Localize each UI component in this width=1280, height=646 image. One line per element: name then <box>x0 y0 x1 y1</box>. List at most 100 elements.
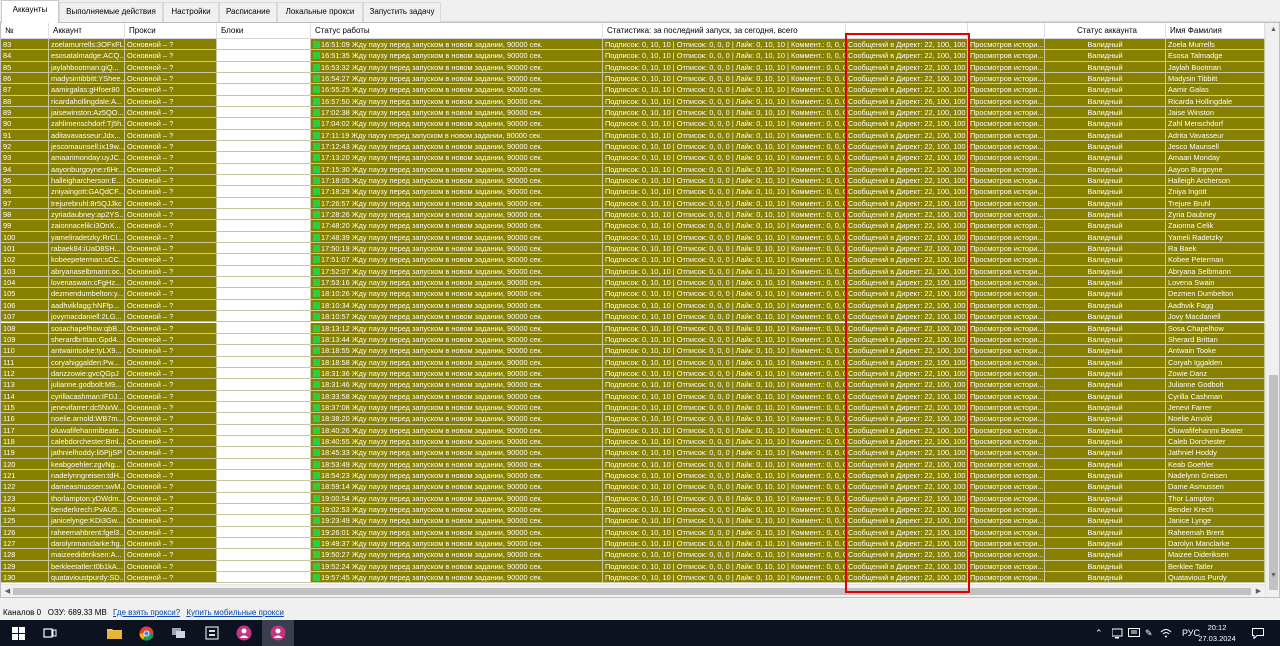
tray-network-icon[interactable] <box>1112 620 1124 646</box>
file-explorer-icon[interactable] <box>98 620 130 646</box>
column-header-6[interactable] <box>846 23 968 39</box>
table-row[interactable]: 90 zahlimenschdorf:Tj5h... Основной – ? 17:… <box>1 118 1265 130</box>
table-row[interactable]: 106 aadhvikfagg:hNFfp... Основной – ? 18:10… <box>1 299 1265 312</box>
tab-2[interactable]: Настройки <box>163 2 219 22</box>
table-row[interactable]: 127 darolynmanclarke:hg... Основной – ? 19:… <box>1 537 1265 550</box>
table-row[interactable]: 112 danzzowie:gvcQGpJ Основной – ? 18:31:36… <box>1 367 1265 380</box>
table-row[interactable]: 111 coryahiggalden:Pw... Основной – ? 18:18… <box>1 356 1265 368</box>
table-row[interactable]: 107 jovymacdaniell:2LG... Основной – ? 18:1… <box>1 311 1265 323</box>
column-header-1[interactable]: Аккаунт <box>49 23 125 39</box>
column-header-3[interactable]: Блоки <box>217 23 311 39</box>
where-get-proxy-link[interactable]: Где взять прокси? <box>113 608 180 617</box>
cell-account-status: Валидный <box>1045 356 1166 368</box>
table-row[interactable]: 113 julianne.godbolt:M9... Основной – ? 18:… <box>1 379 1265 391</box>
table-row[interactable]: 89 jaisewinston:Az5QO... Основной – ? 17:02… <box>1 107 1265 119</box>
table-row[interactable]: 93 amaarimonday:uyJC... Основной – ? 17:13:… <box>1 152 1265 164</box>
table-row[interactable]: 85 jaylahbootman:giQ... Основной – ? 16:53:… <box>1 61 1265 73</box>
table-row[interactable]: 114 cyrillacashman:IFDJ... Основной – ? 18:… <box>1 390 1265 402</box>
cell-full-name: Coryah Iggalden <box>1166 356 1265 368</box>
cell-account: raheemahbrent:fgel3... <box>49 526 125 538</box>
table-row[interactable]: 99 zaionnacelik:i3OnX... Основной – ? 17:48… <box>1 220 1265 232</box>
table-row[interactable]: 129 berkleetatler:t0b1kA... Основной – ? 19… <box>1 560 1265 572</box>
tray-chat-icon[interactable] <box>1252 620 1264 646</box>
column-header-2[interactable]: Прокси <box>125 23 217 39</box>
table-row[interactable]: 87 aamirgalas:gHfoer80 Основной – ? 16:55:2… <box>1 84 1265 96</box>
cell-stories: Просмотров истори... <box>968 435 1045 448</box>
instagram-bot-active-icon[interactable] <box>262 620 294 646</box>
column-header-0[interactable]: № <box>1 23 49 39</box>
table-row[interactable]: 92 jescomaunsell:ix19w... Основной – ? 17:1… <box>1 141 1265 153</box>
app-window-icon[interactable] <box>196 620 228 646</box>
table-row[interactable]: 86 madysintibbitt:YShee... Основной – ? 16:… <box>1 73 1265 85</box>
vertical-scroll-thumb[interactable] <box>1269 375 1278 590</box>
table-row[interactable]: 98 zyriadaubney:ap2YS... Основной – ? 17:28… <box>1 209 1265 221</box>
table-row[interactable]: 88 ricardahollingdale:A... Основной – ? 16:… <box>1 95 1265 108</box>
column-header-7[interactable] <box>968 23 1045 39</box>
column-header-4[interactable]: Статус работы <box>311 23 603 39</box>
table-row[interactable]: 121 nadelynngreisen:tdH... Основной – ? 18:… <box>1 469 1265 482</box>
cell-stats: Подписок: 0, 10, 10 | Отписок: 0, 0, 0 |… <box>603 333 846 346</box>
table-row[interactable]: 122 dameasmussen:swM... Основной – ? 18:59:… <box>1 481 1265 493</box>
table-row[interactable]: 95 halleigharcherson:E... Основной – ? 17:1… <box>1 175 1265 187</box>
table-row[interactable]: 101 rabaek84:iUaD8SH... Основной – ? 17:50:… <box>1 243 1265 255</box>
table-row[interactable]: 104 lovenaswain:cFgHz... Основной – ? 17:53… <box>1 277 1265 289</box>
table-row[interactable]: 126 raheemahbrent:fgel3... Основной – ? 19:… <box>1 526 1265 538</box>
tray-wifi-icon[interactable] <box>1160 620 1172 646</box>
chrome-icon[interactable] <box>130 620 162 646</box>
table-row[interactable]: 116 noelie.arnold:WB7m... Основной – ? 18:3… <box>1 413 1265 425</box>
table-row[interactable]: 118 calebdorchester:Bml... Основной – ? 18:… <box>1 435 1265 448</box>
table-row[interactable]: 91 aditavavasseur:Jdx... Основной – ? 17:11… <box>1 129 1265 142</box>
table-row[interactable]: 105 dezmendumbelton:y... Основной – ? 18:10… <box>1 288 1265 300</box>
table-row[interactable]: 125 janicelynge:KDi3Gw... Основной – ? 19:2… <box>1 515 1265 527</box>
buy-mobile-proxy-link[interactable]: Купить мобильные прокси <box>186 608 283 617</box>
tab-3[interactable]: Расписание <box>219 2 277 22</box>
table-row[interactable]: 124 benderkrech:PvAU5... Основной – ? 19:02… <box>1 503 1265 516</box>
table-row[interactable]: 102 kobeepeterman:sCC... Основной – ? 17:51… <box>1 254 1265 266</box>
tab-0[interactable]: Аккаунты <box>1 0 59 23</box>
tab-4[interactable]: Локальные прокси <box>277 2 363 22</box>
cell-direct-messages: Сообщений в Директ: 22, 100, 100 <box>846 322 968 334</box>
network-app-icon[interactable] <box>162 620 194 646</box>
table-row[interactable]: 100 yameliradetzky:RrCl... Основной – ? 17:… <box>1 231 1265 244</box>
table-row[interactable]: 119 jathnielhoddy:li5PjjSP Основной – ? 18:… <box>1 447 1265 459</box>
column-header-9[interactable]: Имя Фамилия <box>1166 23 1265 39</box>
tray-chevron-icon[interactable]: ⌃ <box>1095 620 1103 646</box>
table-row[interactable]: 83 zoelamurrells:3OFxFL... Основной – ? 16:… <box>1 39 1265 51</box>
table-row[interactable]: 120 keabgoehler:zgvNg... Основной – ? 18:53… <box>1 458 1265 470</box>
scroll-left-icon[interactable]: ◀ <box>3 587 12 596</box>
table-row[interactable]: 96 zniyaingott:GAQdCF... Основной – ? 17:18… <box>1 186 1265 198</box>
cell-blocks <box>217 220 311 232</box>
column-header-5[interactable]: Статистика: за последний запуск, за сего… <box>603 23 846 39</box>
table-row[interactable]: 94 aayonburgoyne:r6Hr... Основной – ? 17:15… <box>1 163 1265 176</box>
windows-start-icon[interactable] <box>2 620 34 646</box>
scroll-right-icon[interactable]: ▶ <box>1254 587 1263 596</box>
table-row[interactable]: 123 thorlampton:yDWdm... Основной – ? 19:00… <box>1 492 1265 504</box>
table-row[interactable]: 103 abryanaselbmann:oc... Основной – ? 17:5… <box>1 265 1265 278</box>
scroll-down-icon[interactable]: ▼ <box>1269 571 1278 580</box>
cell-stories: Просмотров истори... <box>968 390 1045 402</box>
column-header-8[interactable]: Статус аккаунта <box>1045 23 1166 39</box>
scroll-up-icon[interactable]: ▲ <box>1269 25 1278 34</box>
table-row[interactable]: 130 quatavioustpurdy:SD... Основной – ? 19:… <box>1 571 1265 584</box>
table-row[interactable]: 128 maizeedideriksen:A... Основной – ? 19:5… <box>1 549 1265 561</box>
cell-work-status: 18:10:57 Жду паузу перед запуском в ново… <box>311 311 603 323</box>
cell-stories: Просмотров истори... <box>968 345 1045 357</box>
horizontal-scrollbar[interactable]: ◀ ▶ <box>1 584 1265 597</box>
vertical-scrollbar[interactable]: ▲ ▼ <box>1265 23 1279 597</box>
task-view-icon[interactable] <box>34 620 66 646</box>
table-row[interactable]: 109 sherardbrittan:Gpd4... Основной – ? 18:… <box>1 333 1265 346</box>
table-row[interactable]: 117 oluwafifehanmibeate... Основной – ? 18:… <box>1 424 1265 436</box>
table-row[interactable]: 97 trejurebruhl:8r5QJJkc Основной – ? 17:26… <box>1 197 1265 210</box>
cell-direct-messages: Сообщений в Директ: 22, 100, 100 <box>846 197 968 210</box>
table-row[interactable]: 108 sosachapelhow:qbB... Основной – ? 18:13… <box>1 322 1265 334</box>
tray-pen-icon[interactable]: ✎ <box>1145 620 1153 646</box>
horizontal-scroll-thumb[interactable] <box>13 588 1251 595</box>
system-clock[interactable]: 20:12 27.03.2024 <box>1192 622 1242 644</box>
instagram-bot-icon[interactable] <box>228 620 260 646</box>
table-row[interactable]: 110 antwaintooke:tyLX9... Основной – ? 18:1… <box>1 345 1265 357</box>
tab-5[interactable]: Запустить задачу <box>363 2 441 22</box>
tab-1[interactable]: Выполняемые действия <box>59 2 163 22</box>
tray-notification-icon[interactable] <box>1128 620 1140 646</box>
table-row[interactable]: 115 jenevifarrer:dc5NxW... Основной – ? 18:… <box>1 401 1265 414</box>
table-row[interactable]: 84 esosatalmadge:ACQ... Основной – ? 16:51:… <box>1 50 1265 62</box>
